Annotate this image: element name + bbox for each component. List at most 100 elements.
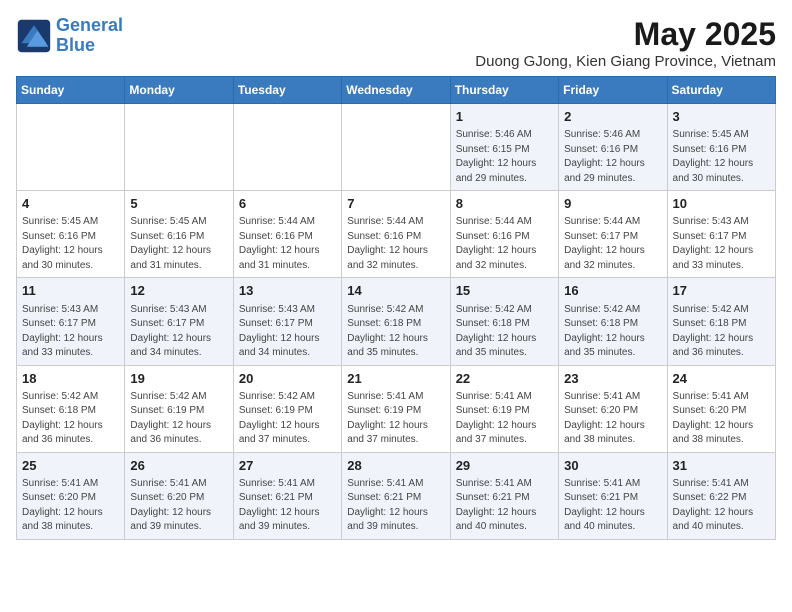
- week-row-0: 1Sunrise: 5:46 AM Sunset: 6:15 PM Daylig…: [17, 104, 776, 191]
- logo-icon: [16, 18, 52, 54]
- calendar-cell: 11 Sunrise: 5:43 AM Sunset: 6:17 PM Dayli…: [17, 278, 125, 365]
- calendar-cell: 14 Sunrise: 5:42 AM Sunset: 6:18 PM Dayli…: [342, 278, 450, 365]
- calendar-cell: 23Sunrise: 5:41 AM Sunset: 6:20 PM Dayli…: [559, 365, 667, 452]
- day-header-row: SundayMondayTuesdayWednesdayThursdayFrid…: [17, 77, 776, 104]
- day-header-tuesday: Tuesday: [233, 77, 341, 104]
- calendar-cell: 25 Sunrise: 5:41 AM Sunset: 6:20 PM Dayli…: [17, 452, 125, 539]
- day-info: Sunrise: 5:44 AM Sunset: 6:16 PM Dayligh…: [456, 215, 553, 273]
- day-info: Sunrise: 5:41 AM Sunset: 6:20 PM Dayligh…: [130, 477, 227, 535]
- day-number: 13: [239, 282, 336, 300]
- day-number: 2: [564, 108, 661, 126]
- day-number: 11: [22, 282, 119, 300]
- day-number: 18: [22, 370, 119, 388]
- calendar-cell: 17 Sunrise: 5:42 AM Sunset: 6:18 PM Dayli…: [667, 278, 775, 365]
- day-info: Sunrise: 5:41 AM Sunset: 6:21 PM Dayligh…: [347, 477, 444, 535]
- calendar-cell: 30 Sunrise: 5:41 AM Sunset: 6:21 PM Dayli…: [559, 452, 667, 539]
- week-row-3: 18 Sunrise: 5:42 AM Sunset: 6:18 PM Dayli…: [17, 365, 776, 452]
- day-number: 25: [22, 457, 119, 475]
- day-info: Sunrise: 5:43 AM Sunset: 6:17 PM Dayligh…: [130, 303, 227, 361]
- logo-line2: Blue: [56, 35, 95, 55]
- calendar-cell: 1Sunrise: 5:46 AM Sunset: 6:15 PM Daylig…: [450, 104, 558, 191]
- calendar-cell: 16 Sunrise: 5:42 AM Sunset: 6:18 PM Dayli…: [559, 278, 667, 365]
- day-number: 9: [564, 195, 661, 213]
- calendar-cell: 8 Sunrise: 5:44 AM Sunset: 6:16 PM Daylig…: [450, 191, 558, 278]
- day-number: 15: [456, 282, 553, 300]
- calendar-subtitle: Duong GJong, Kien Giang Province, Vietna…: [475, 53, 776, 70]
- logo: General Blue: [16, 16, 123, 56]
- day-header-wednesday: Wednesday: [342, 77, 450, 104]
- day-header-sunday: Sunday: [17, 77, 125, 104]
- day-info: Sunrise: 5:41 AM Sunset: 6:20 PM Dayligh…: [22, 477, 119, 535]
- day-info: Sunrise: 5:42 AM Sunset: 6:18 PM Dayligh…: [347, 303, 444, 361]
- day-info: Sunrise: 5:42 AM Sunset: 6:18 PM Dayligh…: [564, 303, 661, 361]
- calendar-cell: 2Sunrise: 5:46 AM Sunset: 6:16 PM Daylig…: [559, 104, 667, 191]
- day-info: Sunrise: 5:42 AM Sunset: 6:18 PM Dayligh…: [673, 303, 770, 361]
- day-number: 29: [456, 457, 553, 475]
- day-number: 16: [564, 282, 661, 300]
- calendar-cell: [342, 104, 450, 191]
- day-info: Sunrise: 5:41 AM Sunset: 6:20 PM Dayligh…: [564, 390, 661, 448]
- calendar-table: SundayMondayTuesdayWednesdayThursdayFrid…: [16, 76, 776, 540]
- week-row-4: 25 Sunrise: 5:41 AM Sunset: 6:20 PM Dayli…: [17, 452, 776, 539]
- day-header-friday: Friday: [559, 77, 667, 104]
- day-number: 27: [239, 457, 336, 475]
- day-number: 30: [564, 457, 661, 475]
- calendar-cell: 18 Sunrise: 5:42 AM Sunset: 6:18 PM Dayli…: [17, 365, 125, 452]
- day-info: Sunrise: 5:42 AM Sunset: 6:19 PM Dayligh…: [239, 390, 336, 448]
- day-info: Sunrise: 5:45 AM Sunset: 6:16 PM Dayligh…: [22, 215, 119, 273]
- day-info: Sunrise: 5:44 AM Sunset: 6:16 PM Dayligh…: [347, 215, 444, 273]
- calendar-title: May 2025: [475, 16, 776, 53]
- calendar-cell: 19Sunrise: 5:42 AM Sunset: 6:19 PM Dayli…: [125, 365, 233, 452]
- day-number: 7: [347, 195, 444, 213]
- day-info: Sunrise: 5:41 AM Sunset: 6:21 PM Dayligh…: [456, 477, 553, 535]
- day-number: 17: [673, 282, 770, 300]
- day-number: 14: [347, 282, 444, 300]
- day-info: Sunrise: 5:43 AM Sunset: 6:17 PM Dayligh…: [22, 303, 119, 361]
- day-info: Sunrise: 5:42 AM Sunset: 6:18 PM Dayligh…: [456, 303, 553, 361]
- logo-line1: General: [56, 15, 123, 35]
- day-info: Sunrise: 5:44 AM Sunset: 6:17 PM Dayligh…: [564, 215, 661, 273]
- day-number: 3: [673, 108, 770, 126]
- calendar-cell: 31 Sunrise: 5:41 AM Sunset: 6:22 PM Dayli…: [667, 452, 775, 539]
- day-header-monday: Monday: [125, 77, 233, 104]
- day-info: Sunrise: 5:41 AM Sunset: 6:19 PM Dayligh…: [347, 390, 444, 448]
- day-number: 31: [673, 457, 770, 475]
- calendar-cell: 24 Sunrise: 5:41 AM Sunset: 6:20 PM Dayli…: [667, 365, 775, 452]
- week-row-1: 4 Sunrise: 5:45 AM Sunset: 6:16 PM Daylig…: [17, 191, 776, 278]
- day-number: 19: [130, 370, 227, 388]
- calendar-cell: 10Sunrise: 5:43 AM Sunset: 6:17 PM Dayli…: [667, 191, 775, 278]
- calendar-cell: 21 Sunrise: 5:41 AM Sunset: 6:19 PM Dayli…: [342, 365, 450, 452]
- day-info: Sunrise: 5:41 AM Sunset: 6:21 PM Dayligh…: [239, 477, 336, 535]
- day-number: 12: [130, 282, 227, 300]
- day-info: Sunrise: 5:41 AM Sunset: 6:19 PM Dayligh…: [456, 390, 553, 448]
- calendar-cell: 13Sunrise: 5:43 AM Sunset: 6:17 PM Dayli…: [233, 278, 341, 365]
- calendar-body: 1Sunrise: 5:46 AM Sunset: 6:15 PM Daylig…: [17, 104, 776, 540]
- day-info: Sunrise: 5:45 AM Sunset: 6:16 PM Dayligh…: [130, 215, 227, 273]
- day-info: Sunrise: 5:41 AM Sunset: 6:21 PM Dayligh…: [564, 477, 661, 535]
- calendar-cell: 27 Sunrise: 5:41 AM Sunset: 6:21 PM Dayli…: [233, 452, 341, 539]
- calendar-cell: 4 Sunrise: 5:45 AM Sunset: 6:16 PM Daylig…: [17, 191, 125, 278]
- day-info: Sunrise: 5:41 AM Sunset: 6:20 PM Dayligh…: [673, 390, 770, 448]
- day-number: 8: [456, 195, 553, 213]
- day-number: 4: [22, 195, 119, 213]
- day-number: 5: [130, 195, 227, 213]
- calendar-cell: 29 Sunrise: 5:41 AM Sunset: 6:21 PM Dayli…: [450, 452, 558, 539]
- day-number: 20: [239, 370, 336, 388]
- day-number: 1: [456, 108, 553, 126]
- title-area: May 2025 Duong GJong, Kien Giang Provinc…: [475, 16, 776, 70]
- page-header: General Blue May 2025 Duong GJong, Kien …: [16, 16, 776, 70]
- day-number: 26: [130, 457, 227, 475]
- day-number: 24: [673, 370, 770, 388]
- calendar-cell: 22Sunrise: 5:41 AM Sunset: 6:19 PM Dayli…: [450, 365, 558, 452]
- day-header-saturday: Saturday: [667, 77, 775, 104]
- day-info: Sunrise: 5:42 AM Sunset: 6:18 PM Dayligh…: [22, 390, 119, 448]
- calendar-cell: 12 Sunrise: 5:43 AM Sunset: 6:17 PM Dayli…: [125, 278, 233, 365]
- day-info: Sunrise: 5:41 AM Sunset: 6:22 PM Dayligh…: [673, 477, 770, 535]
- calendar-cell: 20 Sunrise: 5:42 AM Sunset: 6:19 PM Dayli…: [233, 365, 341, 452]
- calendar-cell: 9 Sunrise: 5:44 AM Sunset: 6:17 PM Daylig…: [559, 191, 667, 278]
- day-number: 21: [347, 370, 444, 388]
- day-info: Sunrise: 5:43 AM Sunset: 6:17 PM Dayligh…: [673, 215, 770, 273]
- calendar-cell: 26 Sunrise: 5:41 AM Sunset: 6:20 PM Dayli…: [125, 452, 233, 539]
- calendar-cell: 7 Sunrise: 5:44 AM Sunset: 6:16 PM Daylig…: [342, 191, 450, 278]
- calendar-cell: 28Sunrise: 5:41 AM Sunset: 6:21 PM Dayli…: [342, 452, 450, 539]
